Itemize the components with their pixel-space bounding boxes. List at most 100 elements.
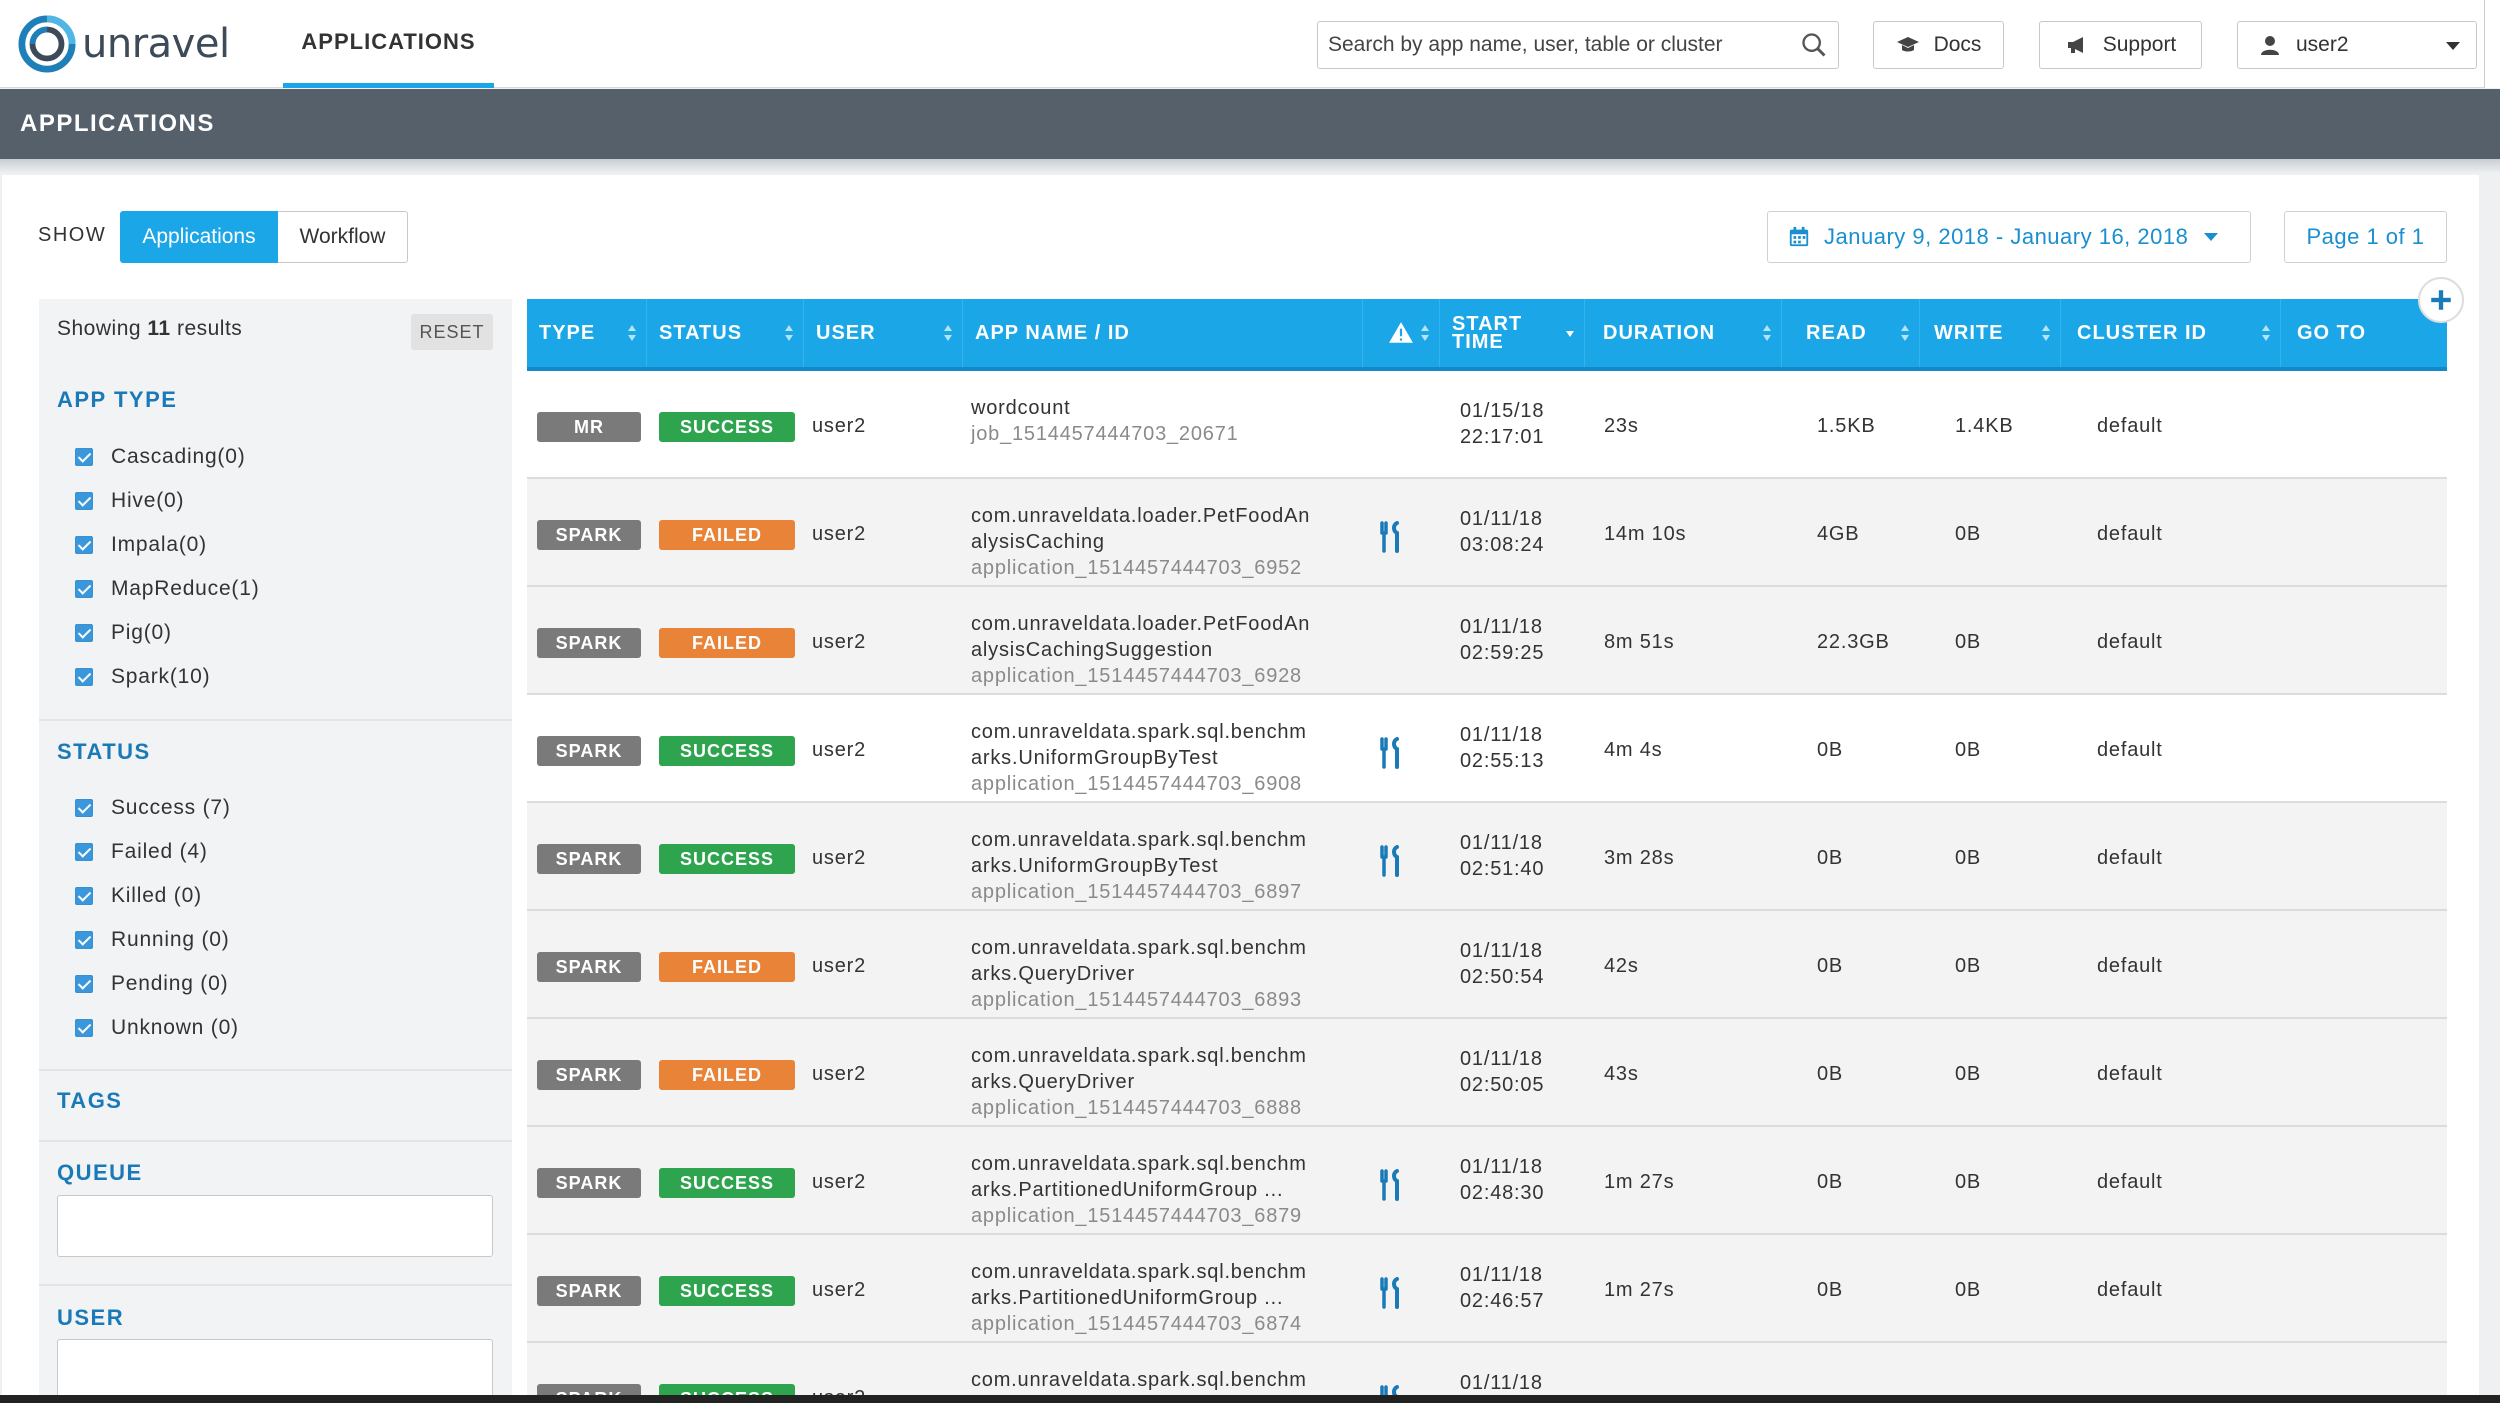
app-name-cell[interactable]: com.unraveldata.spark.sql.benchm arks.Uni… [971, 827, 1339, 905]
filter-app-type-mapreduce[interactable]: MapReduce(1) [75, 577, 260, 601]
col-write[interactable]: WRITE [1920, 299, 2061, 367]
col-user[interactable]: USER [804, 299, 963, 367]
tab-applications[interactable]: APPLICATIONS [283, 0, 494, 88]
app-name-line[interactable]: arks.UniformGroupByTest [971, 853, 1339, 879]
workflow-toggle-button[interactable]: Workflow [278, 211, 408, 263]
app-name-line[interactable]: alysisCaching [971, 529, 1339, 555]
app-id[interactable]: application_1514457444703_6952 [971, 555, 1339, 581]
checkbox-checked-icon[interactable] [75, 580, 93, 598]
filter-app-type-spark[interactable]: Spark(10) [75, 665, 210, 689]
filter-app-type-pig[interactable]: Pig(0) [75, 621, 172, 645]
app-name-cell[interactable]: com.unraveldata.loader.PetFoodAn alysisCa… [971, 611, 1339, 689]
table-row[interactable]: SPARK FAILED user2 com.unraveldata.loader.P… [527, 479, 2447, 587]
add-column-button[interactable] [2418, 277, 2464, 323]
app-name-line[interactable]: arks.QueryDriver [971, 1069, 1339, 1095]
docs-button[interactable]: Docs [1873, 21, 2004, 69]
filter-status-success[interactable]: Success (7) [75, 796, 231, 820]
support-button[interactable]: Support [2039, 21, 2202, 69]
app-name-cell[interactable]: com.unraveldata.spark.sql.benchm [971, 1367, 1339, 1393]
logo[interactable]: unravel [18, 14, 230, 74]
table-row[interactable]: MR SUCCESS user2 wordcount job_1514457444703… [527, 371, 2447, 479]
table-row[interactable]: SPARK FAILED user2 com.unraveldata.loader.P… [527, 587, 2447, 695]
table-row[interactable]: SPARK SUCCESS user2 com.unraveldata.spark.s… [527, 1127, 2447, 1235]
checkbox-checked-icon[interactable] [75, 448, 93, 466]
tuning-recommendation-icon[interactable] [1377, 1277, 1405, 1309]
app-name-line[interactable]: com.unraveldata.spark.sql.benchm [971, 719, 1339, 745]
app-name-line[interactable]: arks.QueryDriver [971, 961, 1339, 987]
table-row[interactable]: SPARK FAILED user2 com.unraveldata.spark.sq… [527, 911, 2447, 1019]
app-id[interactable]: application_1514457444703_6897 [971, 879, 1339, 905]
checkbox-checked-icon[interactable] [75, 931, 93, 949]
app-id[interactable]: application_1514457444703_6888 [971, 1095, 1339, 1121]
search-input[interactable] [1328, 33, 1800, 57]
checkbox-checked-icon[interactable] [75, 1019, 93, 1037]
table-row[interactable]: SPARK FAILED user2 com.unraveldata.spark.sq… [527, 1019, 2447, 1127]
tuning-recommendation-icon[interactable] [1377, 521, 1405, 553]
app-name-line[interactable]: com.unraveldata.spark.sql.benchm [971, 935, 1339, 961]
table-row[interactable]: SPARK SUCCESS user2 com.unraveldata.spark.s… [527, 803, 2447, 911]
checkbox-checked-icon[interactable] [75, 492, 93, 510]
date-range-picker[interactable]: January 9, 2018 - January 16, 2018 [1767, 211, 2251, 263]
tuning-recommendation-icon[interactable] [1377, 1169, 1405, 1201]
app-id[interactable]: application_1514457444703_6893 [971, 987, 1339, 1013]
app-name-cell[interactable]: com.unraveldata.spark.sql.benchm arks.Que… [971, 935, 1339, 1013]
checkbox-checked-icon[interactable] [75, 536, 93, 554]
filter-status-running[interactable]: Running (0) [75, 928, 230, 952]
filter-status-unknown[interactable]: Unknown (0) [75, 1016, 239, 1040]
app-id[interactable]: application_1514457444703_6879 [971, 1203, 1339, 1229]
filter-status-failed[interactable]: Failed (4) [75, 840, 208, 864]
app-name-cell[interactable]: com.unraveldata.spark.sql.benchm arks.Que… [971, 1043, 1339, 1121]
app-name-line[interactable]: com.unraveldata.spark.sql.benchm [971, 827, 1339, 853]
applications-toggle-button[interactable]: Applications [120, 211, 278, 263]
table-row[interactable]: SPARK SUCCESS user2 com.unraveldata.spark.s… [527, 695, 2447, 803]
filter-app-type-cascading[interactable]: Cascading(0) [75, 445, 246, 469]
app-name-line[interactable]: arks.UniformGroupByTest [971, 745, 1339, 771]
filter-status-pending[interactable]: Pending (0) [75, 972, 228, 996]
app-name-line[interactable]: com.unraveldata.loader.PetFoodAn [971, 611, 1339, 637]
app-name-cell[interactable]: com.unraveldata.spark.sql.benchm arks.Par… [971, 1151, 1339, 1229]
checkbox-checked-icon[interactable] [75, 624, 93, 642]
col-status[interactable]: STATUS [647, 299, 804, 367]
app-id[interactable]: application_1514457444703_6908 [971, 771, 1339, 797]
col-cluster-id[interactable]: CLUSTER ID [2061, 299, 2281, 367]
tuning-recommendation-icon[interactable] [1377, 845, 1405, 877]
search-icon[interactable] [1800, 31, 1828, 59]
app-name-cell[interactable]: com.unraveldata.loader.PetFoodAn alysisCa… [971, 503, 1339, 581]
app-name-line[interactable]: com.unraveldata.spark.sql.benchm [971, 1043, 1339, 1069]
reset-button[interactable]: RESET [411, 314, 493, 350]
table-row[interactable]: SPARK SUCCESS user2 com.unraveldata.spark.s… [527, 1235, 2447, 1343]
checkbox-checked-icon[interactable] [75, 975, 93, 993]
app-name-line[interactable]: com.unraveldata.spark.sql.benchm [971, 1367, 1339, 1393]
app-id[interactable]: application_1514457444703_6928 [971, 663, 1339, 689]
col-type[interactable]: TYPE [527, 299, 647, 367]
filter-app-type-hive[interactable]: Hive(0) [75, 489, 184, 513]
col-warning[interactable] [1363, 299, 1440, 367]
tags-title[interactable]: TAGS [57, 1088, 122, 1114]
checkbox-checked-icon[interactable] [75, 843, 93, 861]
table-row[interactable]: SPARK SUCCESS user2 com.unraveldata.spark.s… [527, 1343, 2447, 1399]
col-read[interactable]: READ [1782, 299, 1920, 367]
app-name-line[interactable]: com.unraveldata.spark.sql.benchm [971, 1259, 1339, 1285]
col-app-name[interactable]: APP NAME / ID [963, 299, 1363, 367]
filter-app-type-impala[interactable]: Impala(0) [75, 533, 207, 557]
col-start-time[interactable]: START TIME [1440, 299, 1585, 367]
pagination[interactable]: Page 1 of 1 [2284, 211, 2447, 263]
col-duration[interactable]: DURATION [1585, 299, 1782, 367]
app-name-cell[interactable]: com.unraveldata.spark.sql.benchm arks.Par… [971, 1259, 1339, 1337]
app-name-line[interactable]: com.unraveldata.loader.PetFoodAn [971, 503, 1339, 529]
app-name-line[interactable]: alysisCachingSuggestion [971, 637, 1339, 663]
filter-status-killed[interactable]: Killed (0) [75, 884, 202, 908]
app-name-line[interactable]: arks.PartitionedUniformGroup ... [971, 1285, 1339, 1311]
checkbox-checked-icon[interactable] [75, 668, 93, 686]
app-id[interactable]: job_1514457444703_20671 [971, 421, 1339, 447]
user-menu-button[interactable]: user2 [2237, 21, 2477, 69]
tuning-recommendation-icon[interactable] [1377, 737, 1405, 769]
queue-input[interactable] [57, 1195, 493, 1257]
user-input[interactable] [57, 1339, 493, 1401]
app-name-line[interactable]: arks.PartitionedUniformGroup ... [971, 1177, 1339, 1203]
checkbox-checked-icon[interactable] [75, 799, 93, 817]
app-name-line[interactable]: com.unraveldata.spark.sql.benchm [971, 1151, 1339, 1177]
app-name-line[interactable]: wordcount [971, 395, 1339, 421]
checkbox-checked-icon[interactable] [75, 887, 93, 905]
app-id[interactable]: application_1514457444703_6874 [971, 1311, 1339, 1337]
